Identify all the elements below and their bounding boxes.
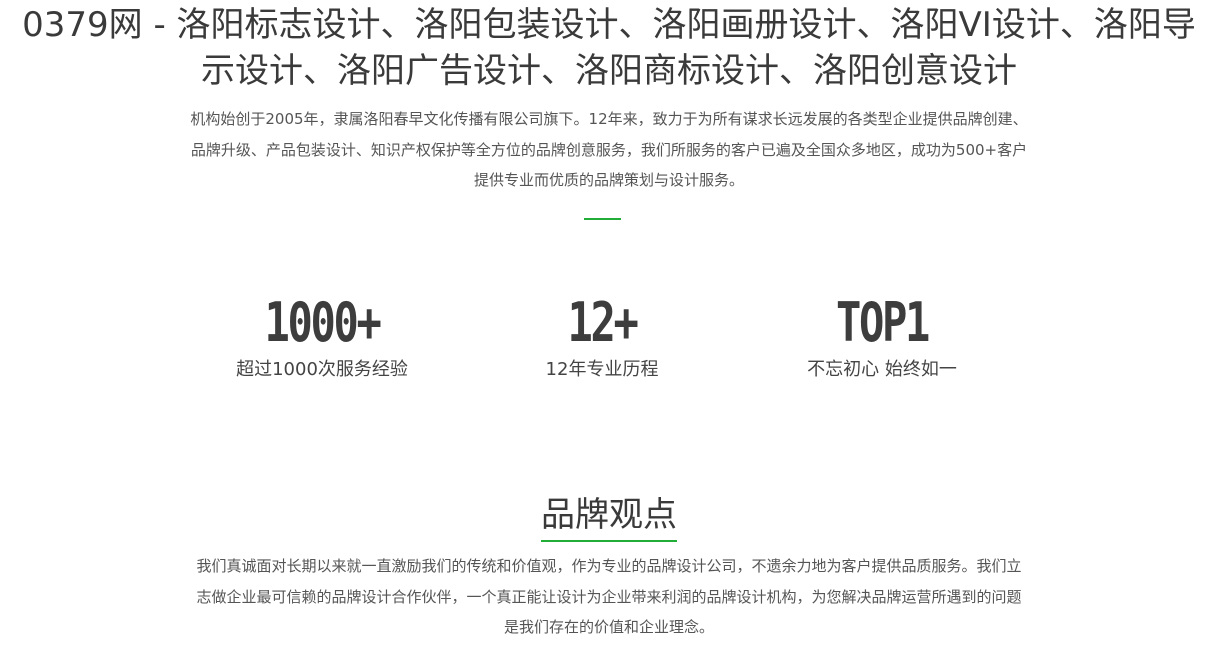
stat-caption: 12年专业历程 [545, 359, 659, 380]
brand-section-title: 品牌观点 [541, 492, 677, 542]
brand-section-heading: 品牌观点 [0, 492, 1218, 542]
stat-value: 12+ [567, 291, 638, 354]
stat-value: TOP1 [835, 291, 930, 354]
stat-top: TOP1 不忘初心 始终如一 [762, 292, 1002, 382]
stat-value: 1000+ [264, 291, 381, 354]
stat-caption: 不忘初心 始终如一 [807, 359, 957, 380]
stat-experience: 1000+ 超过1000次服务经验 [202, 292, 442, 382]
stats-row: 1000+ 超过1000次服务经验 12+ 12年专业历程 TOP1 不忘初心 … [0, 292, 1218, 392]
intro-paragraph: 机构始创于2005年，隶属洛阳春早文化传播有限公司旗下。12年来，致力于为所有谋… [190, 110, 1028, 189]
stat-caption: 超过1000次服务经验 [236, 359, 408, 380]
brand-philosophy-paragraph: 我们真诚面对长期以来就一直激励我们的传统和价值观，作为专业的品牌设计公司，不遗余… [196, 557, 1022, 636]
page-title: 0379网 - 洛阳标志设计、洛阳包装设计、洛阳画册设计、洛阳VI设计、洛阳导示… [22, 5, 1196, 91]
section-divider [584, 218, 621, 220]
stat-years: 12+ 12年专业历程 [482, 292, 722, 382]
